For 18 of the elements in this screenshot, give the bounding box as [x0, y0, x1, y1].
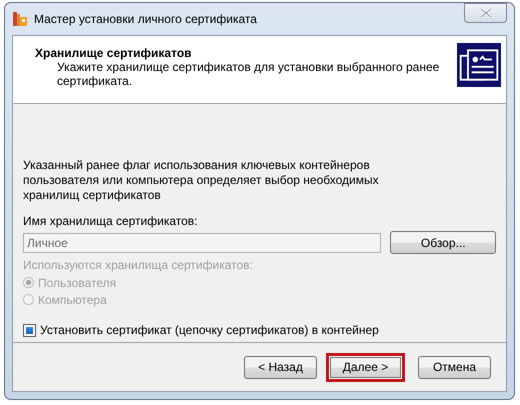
close-button[interactable]	[464, 3, 507, 23]
description-text: Указанный ранее флаг использования ключевых контейнеров пользователя или компьютера определяет выбор необходимых хранилищ сертификатов	[23, 158, 380, 203]
checkbox-label: Установить сертификат (цепочку сертификатов) в контейнер	[40, 323, 379, 337]
header-subtitle: Укажите хранилище сертификатов для установки выбранного ранее сертификата.	[56, 60, 440, 88]
checkbox[interactable]	[23, 324, 36, 336]
browse-button[interactable]: Обзор...	[390, 231, 496, 254]
nav-button[interactable]: Отмена	[418, 356, 491, 378]
nav-button[interactable]: Далее >	[326, 352, 405, 382]
nav-button[interactable]: < Назад	[244, 356, 317, 378]
certificate-icon	[457, 41, 501, 89]
close-icon	[480, 8, 492, 18]
header-title: Хранилище сертификатов	[35, 46, 193, 60]
app-icon	[12, 11, 28, 27]
group-label: Используются хранилища сертификатов:	[23, 258, 254, 272]
field-label: Имя хранилища сертификатов:	[23, 214, 198, 228]
radio-label: Пользователя	[38, 276, 116, 290]
radio-label: Компьютера	[38, 292, 107, 306]
window-title: Мастер установки личного сертификата	[34, 12, 258, 26]
